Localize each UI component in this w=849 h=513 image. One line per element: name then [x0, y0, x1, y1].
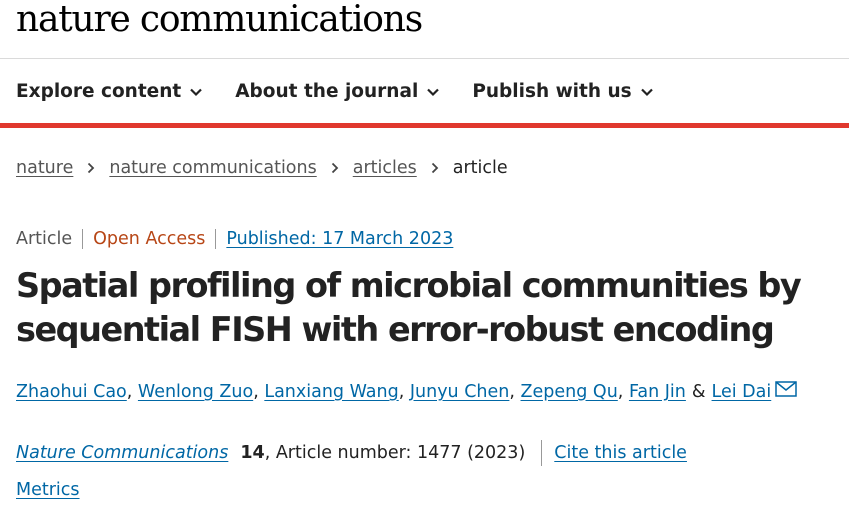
- chevron-down-icon: [427, 88, 440, 96]
- author-link[interactable]: Zhaohui Cao: [16, 382, 127, 402]
- breadcrumb-current: article: [452, 158, 508, 178]
- metrics-link[interactable]: Metrics: [16, 480, 80, 500]
- author-list: Zhaohui Cao, Wenlong Zuo, Lanxiang Wang,…: [16, 381, 797, 402]
- chevron-right-icon: [431, 162, 439, 174]
- author-link[interactable]: Zepeng Qu: [521, 382, 618, 402]
- open-access-badge: Open Access: [83, 229, 217, 249]
- author-link[interactable]: Junyu Chen: [410, 382, 510, 402]
- breadcrumb: nature nature communications articles ar…: [16, 158, 508, 178]
- breadcrumb-link-nature[interactable]: nature: [16, 158, 73, 178]
- author-link[interactable]: Fan Jin: [629, 382, 686, 402]
- nav-about-journal[interactable]: About the journal: [235, 81, 440, 102]
- author-link[interactable]: Lanxiang Wang: [264, 382, 398, 402]
- author-link[interactable]: Lei Dai: [712, 382, 772, 402]
- article-type: Article: [16, 229, 84, 249]
- nav-item-label: About the journal: [235, 81, 419, 102]
- article-number: , Article number: 1477 (2023): [264, 443, 526, 463]
- author-link[interactable]: Wenlong Zuo: [138, 382, 253, 402]
- nav-explore-content[interactable]: Explore content: [16, 81, 203, 102]
- nav-menu: Explore content About the journal Publis…: [0, 59, 849, 124]
- citation-divider: [541, 440, 543, 466]
- journal-logo[interactable]: nature communications: [16, 0, 423, 40]
- citation-line: Nature Communications 14 , Article numbe…: [16, 440, 687, 466]
- volume-number: 14: [240, 443, 265, 463]
- chevron-down-icon: [640, 88, 653, 96]
- nav-item-label: Publish with us: [472, 81, 632, 102]
- breadcrumb-link-articles[interactable]: articles: [353, 158, 417, 178]
- masthead: nature communications: [16, 0, 423, 40]
- journal-name-link[interactable]: Nature Communications: [16, 443, 228, 463]
- breadcrumb-link-journal[interactable]: nature communications: [109, 158, 316, 178]
- nav-publish-with-us[interactable]: Publish with us: [472, 81, 653, 102]
- nav-item-label: Explore content: [16, 81, 182, 102]
- author-joiner: &: [691, 382, 706, 402]
- chevron-right-icon: [88, 162, 95, 174]
- chevron-down-icon: [190, 88, 203, 96]
- cite-this-article-link[interactable]: Cite this article: [554, 443, 687, 463]
- published-date-link[interactable]: Published: 17 March 2023: [216, 229, 453, 249]
- email-icon[interactable]: [775, 381, 797, 397]
- article-title: Spatial profiling of microbial communiti…: [16, 266, 802, 349]
- chevron-right-icon: [331, 162, 339, 174]
- top-navigation: Explore content About the journal Publis…: [0, 58, 849, 128]
- article-meta: Article Open Access Published: 17 March …: [16, 229, 453, 249]
